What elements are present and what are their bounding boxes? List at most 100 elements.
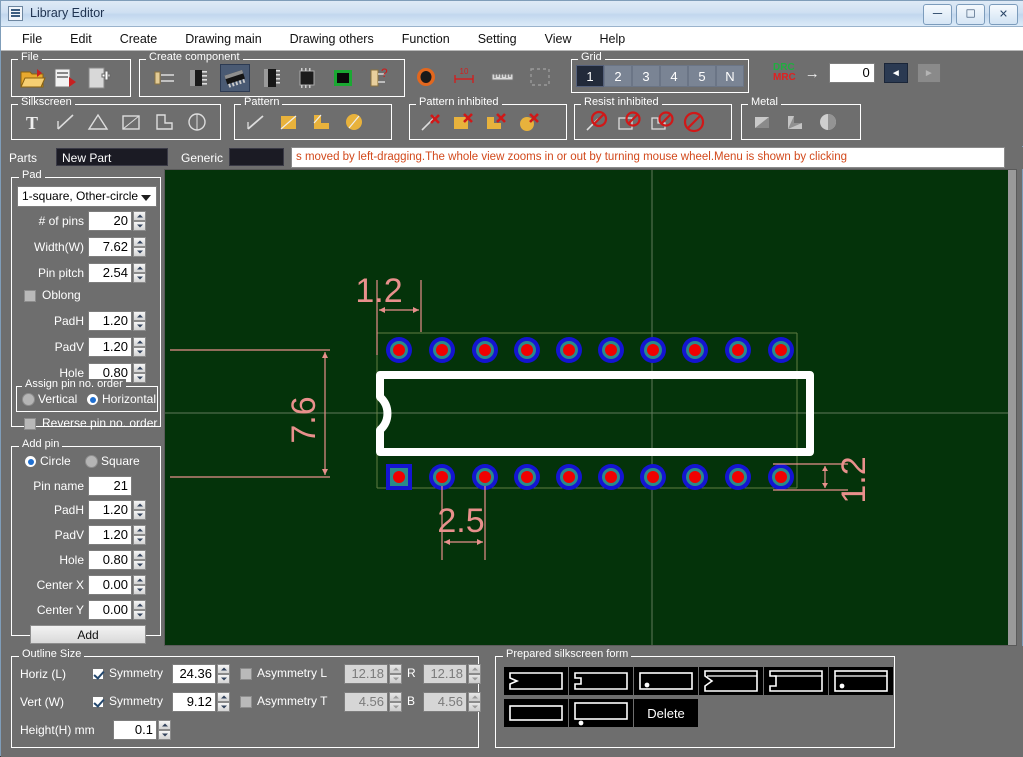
save-file-icon[interactable] (50, 64, 80, 92)
horiz-symmetry-stepper[interactable] (217, 664, 230, 684)
generic-input[interactable] (229, 148, 284, 166)
menu-item-edit[interactable]: Edit (67, 30, 95, 48)
pattern-inhibit-rect-icon[interactable] (448, 108, 478, 136)
silk-form-dot-bottom-icon[interactable] (569, 699, 633, 727)
pattern-inhibit-polygon-icon[interactable] (481, 108, 511, 136)
rect-tool-icon[interactable] (116, 108, 146, 136)
vert-symmetry-checkbox[interactable] (92, 696, 104, 708)
hole-stepper[interactable] (133, 363, 146, 383)
padv-stepper[interactable] (133, 337, 146, 357)
silk-form-plain-icon[interactable] (504, 699, 568, 727)
center-x-input[interactable]: 0.00 (88, 575, 132, 595)
addpin-padh-stepper[interactable] (133, 500, 146, 520)
pattern-circle-icon[interactable] (339, 108, 369, 136)
padh-input[interactable]: 1.20 (88, 311, 132, 331)
menu-item-create[interactable]: Create (117, 30, 161, 48)
silk-form-notch-left-icon[interactable] (504, 667, 568, 695)
horiz-asymmetry-r-input[interactable]: 12.18 (423, 664, 467, 684)
grid-button-n[interactable]: N (716, 65, 744, 87)
silk-form-tab-double-icon[interactable] (764, 667, 828, 695)
height-input[interactable]: 0.1 (113, 720, 157, 740)
assign-order-horizontal-radio[interactable] (86, 393, 99, 406)
addpin-square-radio[interactable] (85, 455, 98, 468)
pins-count-stepper[interactable] (133, 211, 146, 231)
pattern-polygon-icon[interactable] (306, 108, 336, 136)
vert-symmetry-input[interactable]: 9.12 (172, 692, 216, 712)
menu-item-view[interactable]: View (542, 30, 575, 48)
select-area-icon[interactable] (525, 63, 555, 91)
close-button[interactable]: ✕ (989, 4, 1018, 25)
horiz-symmetry-checkbox[interactable] (92, 668, 104, 680)
text-tool-icon[interactable]: T (17, 108, 47, 136)
addpin-circle-radio[interactable] (24, 455, 37, 468)
reverse-order-checkbox[interactable] (24, 418, 36, 430)
horiz-asymmetry-l-input[interactable]: 12.18 (344, 664, 388, 684)
metal-polygon-icon[interactable] (780, 108, 810, 136)
pad-shape-select[interactable]: 1-square, Other-circle (17, 186, 157, 207)
pcb-canvas[interactable]: 1.2 7.6 2.5 1.2 (164, 169, 1017, 646)
add-pin-button[interactable]: Add (30, 625, 146, 644)
line-tool-icon[interactable] (50, 108, 80, 136)
ruler-icon[interactable] (487, 63, 517, 91)
horiz-asymmetry-r-stepper[interactable] (468, 664, 481, 684)
metal-rect-icon[interactable] (747, 108, 777, 136)
new-file-icon[interactable] (83, 64, 113, 92)
grid-button-4[interactable]: 4 (660, 65, 688, 87)
resist-inhibit-circle-icon[interactable] (679, 108, 709, 136)
pin-pitch-input[interactable]: 2.54 (88, 263, 132, 283)
width-input[interactable]: 7.62 (88, 237, 132, 257)
vert-asymmetry-checkbox[interactable] (240, 696, 252, 708)
sip-part-icon[interactable] (184, 64, 214, 92)
padv-input[interactable]: 1.20 (88, 337, 132, 357)
vert-asymmetry-b-stepper[interactable] (468, 692, 481, 712)
maximize-button[interactable]: ☐ (956, 4, 985, 25)
oblong-checkbox[interactable] (24, 290, 36, 302)
menu-item-file[interactable]: File (19, 30, 45, 48)
resist-inhibit-line-icon[interactable] (580, 108, 610, 136)
pattern-rect-icon[interactable] (273, 108, 303, 136)
polygon-tool-icon[interactable] (149, 108, 179, 136)
grid-button-5[interactable]: 5 (688, 65, 716, 87)
pad-icon[interactable] (411, 63, 441, 91)
grid-button-3[interactable]: 3 (632, 65, 660, 87)
center-x-stepper[interactable] (133, 575, 146, 595)
horiz-symmetry-input[interactable]: 24.36 (172, 664, 216, 684)
width-stepper[interactable] (133, 237, 146, 257)
dimension-icon[interactable]: 10 (449, 63, 479, 91)
vert-asymmetry-b-input[interactable]: 4.56 (423, 692, 467, 712)
pattern-inhibit-line-icon[interactable] (415, 108, 445, 136)
grid-button-1[interactable]: 1 (576, 65, 604, 87)
bga-part-icon[interactable] (328, 64, 358, 92)
silk-form-notch-double-icon[interactable] (699, 667, 763, 695)
grid-button-2[interactable]: 2 (604, 65, 632, 87)
addpin-padv-stepper[interactable] (133, 525, 146, 545)
qfp-part-icon[interactable] (292, 64, 322, 92)
resist-inhibit-polygon-icon[interactable] (646, 108, 676, 136)
drc-mrc-icon[interactable]: DRC MRC (773, 63, 796, 83)
triangle-tool-icon[interactable] (83, 108, 113, 136)
menu-item-help[interactable]: Help (596, 30, 628, 48)
silk-form-tab-left-icon[interactable] (569, 667, 633, 695)
addpin-hole-input[interactable]: 0.80 (88, 550, 132, 570)
minimize-button[interactable]: ─ (923, 4, 952, 25)
pattern-line-icon[interactable] (240, 108, 270, 136)
pattern-inhibit-circle-icon[interactable] (514, 108, 544, 136)
addpin-padh-input[interactable]: 1.20 (88, 500, 132, 520)
silk-form-dot-double-icon[interactable] (829, 667, 893, 695)
vert-asymmetry-t-input[interactable]: 4.56 (344, 692, 388, 712)
center-y-input[interactable]: 0.00 (88, 600, 132, 620)
menu-item-drawing-main[interactable]: Drawing main (182, 30, 264, 48)
height-stepper[interactable] (158, 720, 171, 740)
addpin-padv-input[interactable]: 1.20 (88, 525, 132, 545)
horiz-asymmetry-l-stepper[interactable] (389, 664, 402, 684)
center-y-stepper[interactable] (133, 600, 146, 620)
menu-item-setting[interactable]: Setting (475, 30, 520, 48)
drc-counter-field[interactable]: 0 (828, 63, 875, 83)
other-part-icon[interactable]: ? (364, 64, 394, 92)
metal-circle-icon[interactable] (813, 108, 843, 136)
vert-symmetry-stepper[interactable] (217, 692, 230, 712)
assign-order-vertical-radio[interactable] (22, 393, 35, 406)
open-folder-icon[interactable] (17, 64, 47, 92)
padh-stepper[interactable] (133, 311, 146, 331)
addpin-hole-stepper[interactable] (133, 550, 146, 570)
